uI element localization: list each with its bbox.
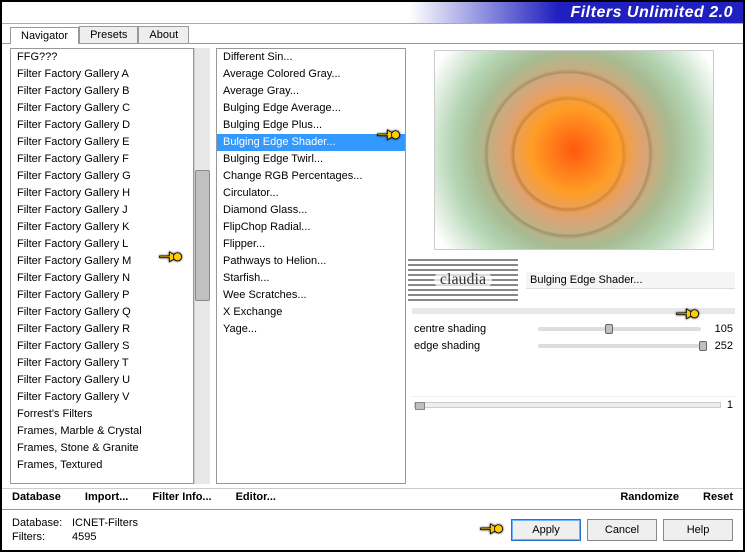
- category-item[interactable]: Filter Factory Gallery B: [11, 83, 193, 100]
- category-item[interactable]: Filter Factory Gallery H: [11, 185, 193, 202]
- reset-action[interactable]: Reset: [703, 491, 733, 503]
- category-item[interactable]: Filter Factory Gallery V: [11, 389, 193, 406]
- category-scrollbar[interactable]: [194, 48, 210, 484]
- randomize-action[interactable]: Randomize: [620, 491, 679, 503]
- filter-info-action[interactable]: Filter Info...: [152, 491, 211, 503]
- filter-item[interactable]: X Exchange: [217, 304, 405, 321]
- filter-item[interactable]: Pathways to Helion...: [217, 253, 405, 270]
- tab-strip: Navigator Presets About: [2, 24, 743, 44]
- category-item[interactable]: Filter Factory Gallery A: [11, 66, 193, 83]
- db-label: Database:: [12, 516, 72, 530]
- category-item[interactable]: Filter Factory Gallery F: [11, 151, 193, 168]
- category-item[interactable]: Frames, Marble & Crystal: [11, 423, 193, 440]
- editor-action[interactable]: Editor...: [236, 491, 276, 503]
- tab-presets[interactable]: Presets: [79, 26, 138, 43]
- category-item[interactable]: Filter Factory Gallery Q: [11, 304, 193, 321]
- filter-item[interactable]: Different Sin...: [217, 49, 405, 66]
- tab-about[interactable]: About: [138, 26, 189, 43]
- filter-item[interactable]: Circulator...: [217, 185, 405, 202]
- category-item[interactable]: Filter Factory Gallery U: [11, 372, 193, 389]
- footer: Database:ICNET-Filters Filters:4595 Appl…: [2, 509, 743, 550]
- tab-navigator[interactable]: Navigator: [10, 27, 79, 44]
- category-list[interactable]: FFG???Filter Factory Gallery AFilter Fac…: [10, 48, 194, 484]
- filters-count-label: Filters:: [12, 530, 72, 544]
- category-item[interactable]: Filter Factory Gallery J: [11, 202, 193, 219]
- title-bar: Filters Unlimited 2.0: [2, 2, 743, 24]
- filter-item[interactable]: Starfish...: [217, 270, 405, 287]
- category-item[interactable]: Frames, Textured: [11, 457, 193, 474]
- param-value: 105: [705, 323, 733, 335]
- watermark-badge: claudia: [408, 256, 518, 304]
- watermark-text: claudia: [434, 271, 492, 289]
- param-label: centre shading: [414, 323, 534, 335]
- param-row: edge shading 252: [412, 337, 735, 354]
- category-item[interactable]: Frames, Stone & Granite: [11, 440, 193, 457]
- param-row: centre shading 105: [412, 320, 735, 337]
- database-action[interactable]: Database: [12, 491, 61, 503]
- filter-item[interactable]: Change RGB Percentages...: [217, 168, 405, 185]
- category-item[interactable]: FFG???: [11, 49, 193, 66]
- action-bar: Database Import... Filter Info... Editor…: [2, 488, 743, 509]
- filter-item[interactable]: Wee Scratches...: [217, 287, 405, 304]
- import-action[interactable]: Import...: [85, 491, 128, 503]
- category-item[interactable]: Filter Factory Gallery G: [11, 168, 193, 185]
- filter-item[interactable]: Bulging Edge Shader...: [217, 134, 405, 151]
- category-item[interactable]: Filter Factory Gallery M: [11, 253, 193, 270]
- param-value: 252: [705, 340, 733, 352]
- filter-item[interactable]: Bulging Edge Twirl...: [217, 151, 405, 168]
- pager: 1: [412, 396, 735, 413]
- category-item[interactable]: Forrest's Filters: [11, 406, 193, 423]
- param-label: edge shading: [414, 340, 534, 352]
- filter-list[interactable]: Different Sin...Average Colored Gray...A…: [216, 48, 406, 484]
- cancel-button[interactable]: Cancel: [587, 519, 657, 541]
- apply-button[interactable]: Apply: [511, 519, 581, 541]
- category-item[interactable]: Filter Factory Gallery K: [11, 219, 193, 236]
- page-number: 1: [727, 399, 733, 411]
- filter-item[interactable]: Bulging Edge Average...: [217, 100, 405, 117]
- help-button[interactable]: Help: [663, 519, 733, 541]
- filter-item[interactable]: Flipper...: [217, 236, 405, 253]
- pointer-icon: [479, 518, 505, 543]
- app-title: Filters Unlimited 2.0: [570, 4, 733, 22]
- param-slider[interactable]: [538, 344, 701, 348]
- category-item[interactable]: Filter Factory Gallery S: [11, 338, 193, 355]
- current-filter-name: Bulging Edge Shader...: [526, 272, 735, 289]
- filter-item[interactable]: Average Colored Gray...: [217, 66, 405, 83]
- category-item[interactable]: Filter Factory Gallery N: [11, 270, 193, 287]
- pager-slider[interactable]: [414, 402, 721, 408]
- category-item[interactable]: Filter Factory Gallery R: [11, 321, 193, 338]
- footer-info: Database:ICNET-Filters Filters:4595: [12, 516, 138, 544]
- divider: [412, 308, 735, 314]
- filter-item[interactable]: Average Gray...: [217, 83, 405, 100]
- db-value: ICNET-Filters: [72, 517, 138, 529]
- filter-item[interactable]: Yage...: [217, 321, 405, 338]
- filter-item[interactable]: FlipChop Radial...: [217, 219, 405, 236]
- preview-panel: claudia Bulging Edge Shader... centre sh…: [412, 48, 735, 484]
- category-item[interactable]: Filter Factory Gallery E: [11, 134, 193, 151]
- filters-count-value: 4595: [72, 531, 96, 543]
- category-item[interactable]: Filter Factory Gallery L: [11, 236, 193, 253]
- category-item[interactable]: Filter Factory Gallery C: [11, 100, 193, 117]
- main-area: FFG???Filter Factory Gallery AFilter Fac…: [2, 44, 743, 488]
- filter-item[interactable]: Diamond Glass...: [217, 202, 405, 219]
- param-slider[interactable]: [538, 327, 701, 331]
- category-panel: FFG???Filter Factory Gallery AFilter Fac…: [10, 48, 210, 484]
- filter-item[interactable]: Bulging Edge Plus...: [217, 117, 405, 134]
- category-item[interactable]: Filter Factory Gallery D: [11, 117, 193, 134]
- preview-image: [434, 50, 714, 250]
- filter-panel: Different Sin...Average Colored Gray...A…: [216, 48, 406, 484]
- category-item[interactable]: Filter Factory Gallery P: [11, 287, 193, 304]
- category-item[interactable]: Filter Factory Gallery T: [11, 355, 193, 372]
